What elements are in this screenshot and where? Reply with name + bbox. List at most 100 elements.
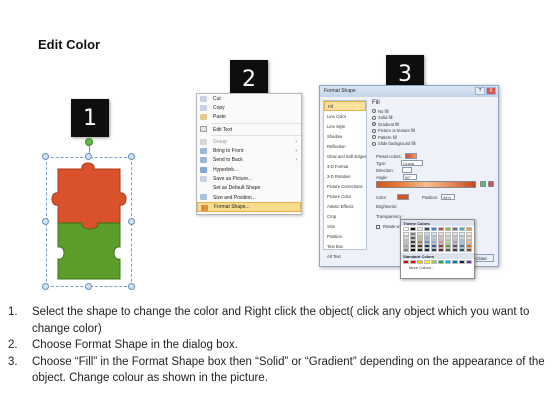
- color-swatch[interactable]: [458, 260, 465, 264]
- nav-item-reflection[interactable]: Reflection: [324, 141, 366, 151]
- standard-swatch-row: [401, 259, 474, 264]
- radio-button[interactable]: [372, 128, 376, 133]
- color-swatch[interactable]: [444, 248, 452, 252]
- menu-item-set-default-shape[interactable]: Set as Default Shape: [197, 184, 301, 193]
- step-number: 2.: [8, 339, 18, 351]
- nav-item-line-style[interactable]: Line Style: [324, 121, 366, 131]
- nav-item-text-box[interactable]: Text Box: [324, 241, 366, 251]
- nav-item-glow[interactable]: Glow and Soft Edges: [324, 151, 366, 161]
- radio-button[interactable]: [372, 122, 376, 127]
- color-swatch[interactable]: [416, 260, 424, 264]
- color-swatch[interactable]: [409, 227, 417, 231]
- color-swatch[interactable]: [465, 227, 472, 231]
- preset-colors-label: Preset colors:: [376, 153, 402, 159]
- nav-item-picture-color[interactable]: Picture Color: [324, 191, 366, 201]
- nav-item-shadow[interactable]: Shadow: [324, 131, 366, 141]
- color-swatch[interactable]: [430, 248, 438, 252]
- nav-item-line-color[interactable]: Line Color: [324, 111, 366, 121]
- menu-item-cut[interactable]: Cut: [197, 94, 301, 103]
- color-swatch[interactable]: [444, 227, 452, 231]
- menu-item-group[interactable]: Group ›: [197, 137, 301, 146]
- format-shape-icon: [201, 204, 208, 211]
- more-colors-button[interactable]: More Colors...: [401, 264, 474, 270]
- puzzle-shape-group[interactable]: [42, 153, 135, 290]
- resize-handle-n[interactable]: [85, 153, 92, 160]
- type-dropdown[interactable]: Linear: [401, 160, 424, 166]
- nav-item-3d-format[interactable]: 3-D Format: [324, 161, 366, 171]
- help-button[interactable]: ?: [475, 87, 485, 95]
- resize-handle-e[interactable]: [128, 218, 135, 225]
- color-swatch[interactable]: [403, 260, 410, 264]
- theme-swatch-row: [401, 227, 474, 231]
- resize-handle-nw[interactable]: [42, 153, 49, 160]
- radio-button[interactable]: [372, 141, 376, 146]
- nav-item-alt-text[interactable]: Alt Text: [324, 251, 366, 261]
- close-window-button[interactable]: X: [486, 87, 496, 95]
- nav-item-crop[interactable]: Crop: [324, 211, 366, 221]
- color-swatch[interactable]: [409, 260, 417, 264]
- menu-item-edit-text[interactable]: Edit Text: [197, 125, 301, 134]
- stop-color-dropdown[interactable]: [397, 194, 410, 200]
- color-swatch[interactable]: [458, 227, 465, 231]
- angle-input[interactable]: 90°: [402, 174, 417, 180]
- color-swatch[interactable]: [451, 227, 459, 231]
- resize-handle-ne[interactable]: [128, 153, 135, 160]
- color-swatch[interactable]: [403, 227, 410, 231]
- color-swatch[interactable]: [451, 248, 459, 252]
- resize-handle-se[interactable]: [128, 283, 135, 290]
- resize-handle-sw[interactable]: [42, 283, 49, 290]
- nav-item-3d-rotation[interactable]: 3-D Rotation: [324, 171, 366, 181]
- remove-stop-icon[interactable]: [488, 181, 494, 187]
- add-stop-icon[interactable]: [480, 181, 486, 187]
- bring-front-icon: [200, 147, 207, 154]
- color-swatch[interactable]: [458, 248, 465, 252]
- color-swatch[interactable]: [444, 260, 452, 264]
- color-swatch[interactable]: [437, 260, 445, 264]
- resize-handle-w[interactable]: [42, 218, 49, 225]
- radio-button[interactable]: [372, 135, 376, 140]
- color-swatch[interactable]: [403, 248, 410, 252]
- step-number: 3.: [8, 355, 18, 368]
- color-swatch[interactable]: [430, 227, 438, 231]
- color-swatch[interactable]: [423, 248, 431, 252]
- color-swatch[interactable]: [465, 260, 472, 264]
- radio-button[interactable]: [372, 109, 376, 114]
- color-swatch[interactable]: [437, 248, 445, 252]
- rotate-checkbox[interactable]: [376, 224, 380, 229]
- selection-border: [46, 157, 132, 287]
- menu-item-copy[interactable]: Copy: [197, 103, 301, 112]
- menu-item-save-as-picture[interactable]: Save as Picture...: [197, 174, 301, 183]
- menu-item-bring-to-front[interactable]: Bring to Front ›: [197, 146, 301, 155]
- resize-handle-s[interactable]: [85, 283, 92, 290]
- rotation-handle[interactable]: [85, 138, 93, 146]
- gradient-stops-bar[interactable]: [376, 181, 476, 188]
- color-swatch[interactable]: [423, 260, 431, 264]
- menu-item-size-and-position[interactable]: Size and Position...: [197, 193, 301, 202]
- color-swatch[interactable]: [430, 260, 438, 264]
- preset-colors-dropdown[interactable]: [404, 153, 417, 159]
- color-swatch[interactable]: [416, 227, 424, 231]
- nav-item-picture-corrections[interactable]: Picture Corrections: [324, 181, 366, 191]
- nav-item-fill[interactable]: Fill: [324, 101, 366, 111]
- dialog-nav: Fill Line Color Line Style Shadow Reflec…: [323, 100, 367, 259]
- nav-item-artistic-effects[interactable]: Artistic Effects: [324, 201, 366, 211]
- radio-button[interactable]: [372, 115, 376, 120]
- position-input[interactable]: 94%: [441, 194, 456, 200]
- nav-item-size[interactable]: Size: [324, 221, 366, 231]
- menu-item-send-to-back[interactable]: Send to Back ›: [197, 156, 301, 165]
- color-swatch[interactable]: [437, 227, 445, 231]
- color-swatch[interactable]: [451, 260, 459, 264]
- color-swatch[interactable]: [423, 227, 431, 231]
- color-swatch[interactable]: [416, 248, 424, 252]
- step-1-badge: 1: [71, 99, 109, 137]
- send-back-icon: [200, 157, 207, 164]
- menu-item-paste[interactable]: Paste: [197, 113, 301, 122]
- color-swatch[interactable]: [465, 248, 472, 252]
- direction-dropdown[interactable]: [401, 167, 412, 173]
- menu-item-format-shape[interactable]: Format Shape...: [197, 202, 301, 212]
- menu-separator: [211, 122, 301, 124]
- menu-item-hyperlink[interactable]: Hyperlink...: [197, 165, 301, 174]
- radio-slide-background-fill[interactable]: Slide background fill: [372, 141, 496, 148]
- color-swatch[interactable]: [409, 248, 417, 252]
- nav-item-position[interactable]: Position: [324, 231, 366, 241]
